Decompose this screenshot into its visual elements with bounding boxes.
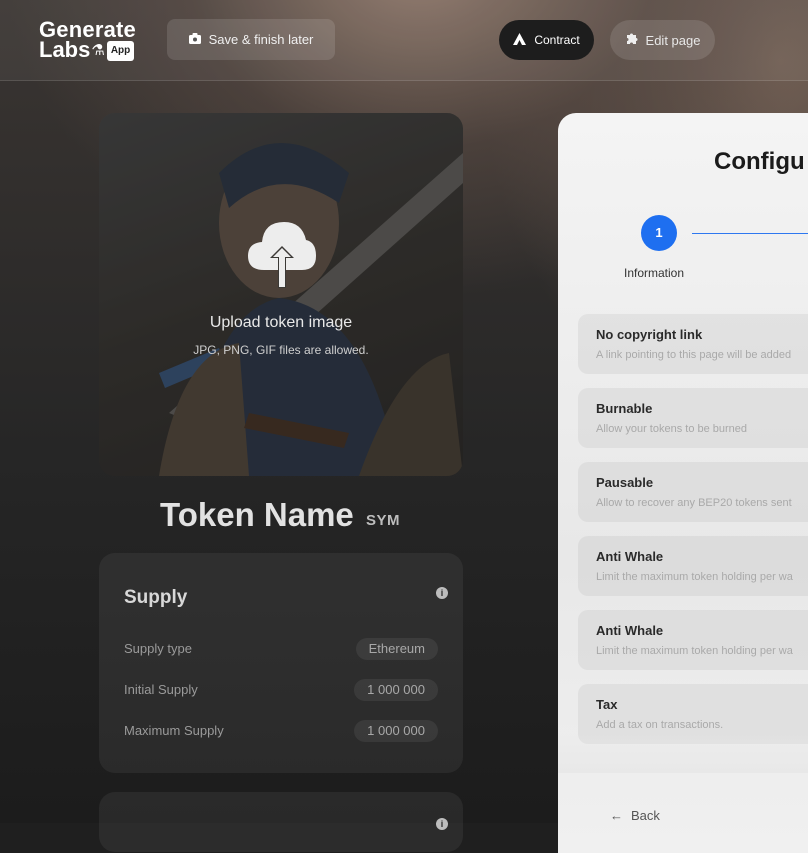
supply-card: Supply i Supply type Ethereum Initial Su…: [99, 553, 463, 773]
option-no-copyright-link[interactable]: No copyright link A link pointing to thi…: [578, 314, 808, 374]
upload-overlay: [99, 113, 463, 476]
option-desc: Allow your tokens to be burned: [596, 423, 748, 435]
edit-page-label: Edit page: [645, 32, 701, 48]
supply-row-value: 1 000 000: [354, 679, 438, 701]
token-symbol: SYM: [366, 512, 401, 529]
supply-row: Initial Supply 1 000 000: [124, 679, 438, 701]
info-icon[interactable]: i: [436, 587, 448, 599]
option-desc: Limit the maximum token holding per wa: [596, 645, 793, 657]
option-desc: Add a tax on transactions.: [596, 719, 724, 731]
back-label: Back: [631, 808, 660, 823]
option-title: Tax: [596, 697, 618, 712]
option-title: Anti Whale: [596, 623, 664, 638]
top-bar: Generate Labs⚗ App Save & finish later Co…: [0, 0, 808, 81]
upload-hint: JPG, PNG, GIF files are allowed.: [193, 343, 369, 357]
supply-row-label: Supply type: [124, 641, 192, 656]
flask-icon: ⚗: [91, 42, 105, 59]
supply-title: Supply: [124, 587, 188, 608]
option-desc: Limit the maximum token holding per wa: [596, 571, 793, 583]
supply-row-label: Maximum Supply: [124, 723, 224, 738]
logo-line2: Labs: [39, 37, 91, 62]
option-anti-whale-2[interactable]: Anti Whale Limit the maximum token holdi…: [578, 610, 808, 670]
contract-label: Contract: [534, 33, 580, 47]
option-burnable[interactable]: Burnable Allow your tokens to be burned: [578, 388, 808, 448]
supply-row-label: Initial Supply: [124, 682, 198, 697]
option-title: Pausable: [596, 475, 654, 490]
puzzle-icon: [625, 32, 638, 48]
list-fade: [558, 733, 808, 773]
option-title: No copyright link: [596, 327, 703, 342]
option-anti-whale[interactable]: Anti Whale Limit the maximum token holdi…: [578, 536, 808, 596]
step-label: Information: [624, 266, 685, 280]
panel-title: Configu: [714, 148, 805, 175]
logo-app-badge: App: [106, 41, 135, 61]
back-button[interactable]: ← Back: [610, 808, 660, 823]
option-title: Burnable: [596, 401, 653, 416]
save-finish-later-button[interactable]: Save & finish later: [167, 19, 335, 60]
step-progress-line: [692, 233, 808, 234]
camera-icon: [188, 32, 201, 47]
secondary-card: i: [99, 792, 463, 852]
token-name: Token Name: [160, 496, 354, 533]
info-icon[interactable]: i: [436, 818, 448, 830]
upload-title: Upload token image: [209, 314, 353, 331]
step-indicator[interactable]: 1: [641, 215, 677, 251]
supply-row-value: 1 000 000: [354, 720, 438, 742]
arrow-left-icon: ←: [610, 808, 623, 823]
save-finish-later-label: Save & finish later: [208, 32, 314, 47]
cloud-upload-icon: [248, 222, 316, 288]
option-pausable[interactable]: Pausable Allow to recover any BEP20 toke…: [578, 462, 808, 522]
token-image-upload-area[interactable]: [99, 113, 463, 476]
configuration-panel: Configu 1 Information No copyright link …: [558, 113, 808, 853]
edit-page-button[interactable]: Edit page: [610, 20, 715, 60]
supply-row: Maximum Supply 1 000 000: [124, 720, 438, 742]
option-title: Anti Whale: [596, 549, 664, 564]
contract-icon: [513, 32, 527, 48]
option-desc: A link pointing to this page will be add…: [596, 349, 792, 361]
contract-button[interactable]: Contract: [499, 20, 594, 60]
generate-labs-logo[interactable]: Generate Labs⚗ App: [39, 19, 136, 62]
supply-row: Supply type Ethereum: [124, 638, 438, 660]
option-desc: Allow to recover any BEP20 tokens sent: [596, 497, 792, 509]
supply-row-value: Ethereum: [355, 638, 438, 660]
